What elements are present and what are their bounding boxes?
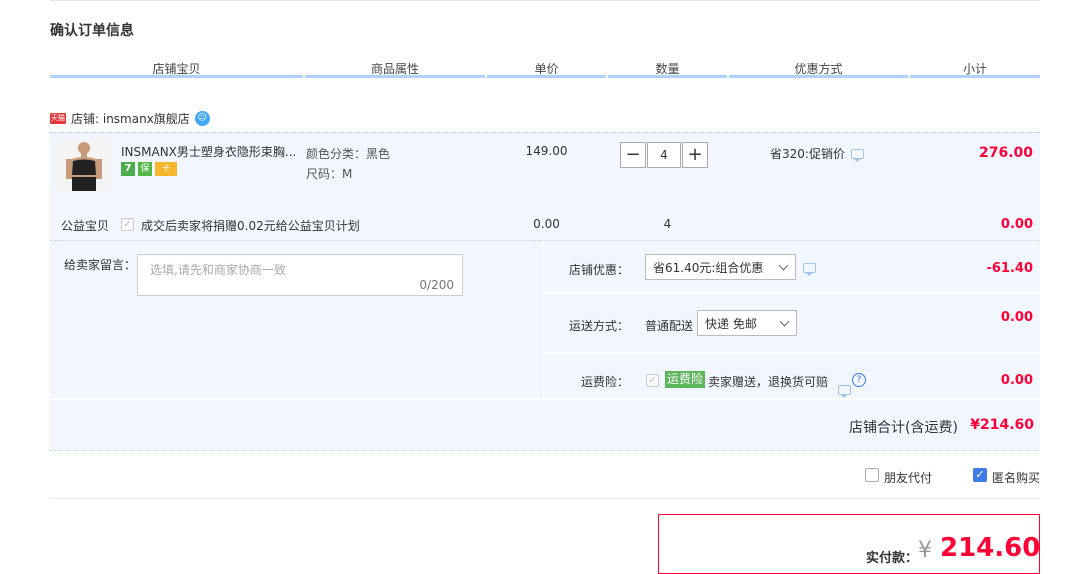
divider — [50, 450, 1040, 451]
col-header-attributes: 商品属性 — [370, 62, 419, 76]
shipping-method-select[interactable]: 快递 免邮 — [697, 310, 797, 336]
shop-name[interactable]: 店铺: insmanx旗舰店 — [71, 110, 190, 127]
comment-icon[interactable] — [803, 263, 816, 276]
col-underline — [608, 75, 727, 78]
charity-subtotal: 0.00 — [1000, 217, 1033, 232]
shop-discount-amount: -61.40 — [986, 261, 1033, 276]
friend-pay-checkbox[interactable] — [865, 468, 879, 482]
increase-quantity-button[interactable]: + — [682, 142, 708, 168]
insurance-tag: 运费险 — [665, 371, 706, 388]
charity-description: 成交后卖家将捐赠0.02元给公益宝贝计划 — [141, 219, 360, 233]
col-underline — [50, 75, 303, 78]
col-header-subtotal: 小计 — [962, 62, 987, 76]
shipping-amount: 0.00 — [1000, 310, 1033, 325]
shop-discount-select[interactable]: 省61.40元:组合优惠 — [645, 254, 796, 280]
shop-discount-label: 店铺优惠： — [569, 263, 630, 277]
chevron-down-icon — [778, 260, 789, 271]
charity-checkbox: ✓ — [121, 218, 134, 231]
col-underline — [487, 75, 606, 78]
shop-total-amount: ¥214.60 — [970, 417, 1034, 433]
help-icon[interactable]: ? — [852, 373, 866, 387]
payment-label: 实付款： — [866, 551, 919, 566]
charity-quantity: 4 — [663, 217, 672, 231]
quantity-input[interactable]: 4 — [647, 142, 681, 168]
chevron-down-icon — [779, 316, 790, 327]
insurance-amount: 0.00 — [1000, 373, 1033, 388]
service-badges: 7 保 卡 — [121, 162, 177, 176]
payment-amount: 214.60 — [940, 533, 1041, 563]
shop-row: 天猫 店铺: insmanx旗舰店 ☺ — [50, 108, 210, 128]
message-char-counter: 0/200 — [419, 278, 454, 292]
insurance-checkbox: ✓ — [646, 374, 659, 387]
product-title-link[interactable]: INSMANX男士塑身衣隐形束胸... — [121, 143, 301, 160]
anonymous-purchase-checkbox[interactable]: ✓ — [973, 468, 987, 482]
shipping-label: 运送方式： — [569, 319, 630, 333]
anonymous-purchase-label[interactable]: 匿名购买 — [992, 469, 1040, 486]
page-title: 确认订单信息 — [50, 23, 134, 39]
product-thumbnail[interactable] — [58, 139, 110, 191]
col-header-quantity: 数量 — [655, 62, 680, 76]
insurance-label: 运费险： — [581, 375, 630, 389]
tmall-logo-icon: 天猫 — [50, 112, 66, 124]
attr-color: 颜色分类：黑色 — [306, 147, 391, 161]
unit-price: 149.00 — [525, 144, 568, 158]
insurance-description: 卖家赠送，退换货可赔 — [708, 375, 829, 389]
row-divider — [50, 398, 1040, 400]
wangwang-chat-icon[interactable]: ☺ — [194, 110, 210, 126]
divider — [50, 498, 1040, 499]
shop-total-label: 店铺合计(含运费) — [849, 420, 958, 436]
item-subtotal: 276.00 — [978, 145, 1033, 161]
message-placeholder: 选填,请先和商家协商一致 — [150, 263, 286, 277]
column-divider — [543, 240, 544, 398]
divider — [50, 240, 1040, 241]
col-underline — [305, 75, 485, 78]
shop-discount-value: 省61.40元:组合优惠 — [653, 260, 764, 275]
promo-info: 省320:促销价 — [770, 145, 864, 162]
col-header-discount: 优惠方式 — [794, 62, 843, 76]
comment-icon[interactable] — [850, 148, 864, 162]
col-header-shop-item: 店铺宝贝 — [152, 62, 201, 76]
7-day-return-icon[interactable]: 7 — [121, 162, 135, 176]
charity-label: 公益宝贝 — [61, 219, 110, 233]
friend-pay-label[interactable]: 朋友代付 — [884, 469, 932, 486]
guarantee-icon[interactable]: 保 — [138, 162, 152, 176]
col-underline — [910, 75, 1040, 78]
col-underline — [729, 75, 908, 78]
quantity-stepper: − 4 + — [620, 142, 708, 168]
message-label: 给卖家留言： — [64, 258, 137, 272]
shipping-method-value: 快递 免邮 — [705, 316, 757, 331]
shipping-type: 普通配送 — [645, 319, 694, 333]
row-divider — [544, 352, 1040, 354]
seller-message-textarea[interactable]: 选填,请先和商家协商一致 0/200 — [137, 254, 463, 296]
attr-size: 尺码：M — [306, 167, 353, 181]
comment-icon[interactable] — [838, 385, 851, 398]
decrease-quantity-button[interactable]: − — [620, 142, 646, 168]
credit-card-icon[interactable]: 卡 — [155, 162, 177, 176]
row-divider — [544, 292, 1040, 294]
top-divider — [50, 0, 1040, 1]
promo-text: 省320:促销价 — [770, 147, 845, 161]
charity-price: 0.00 — [533, 217, 560, 231]
col-header-price: 单价 — [534, 62, 559, 76]
payment-currency: ¥ — [918, 538, 932, 563]
